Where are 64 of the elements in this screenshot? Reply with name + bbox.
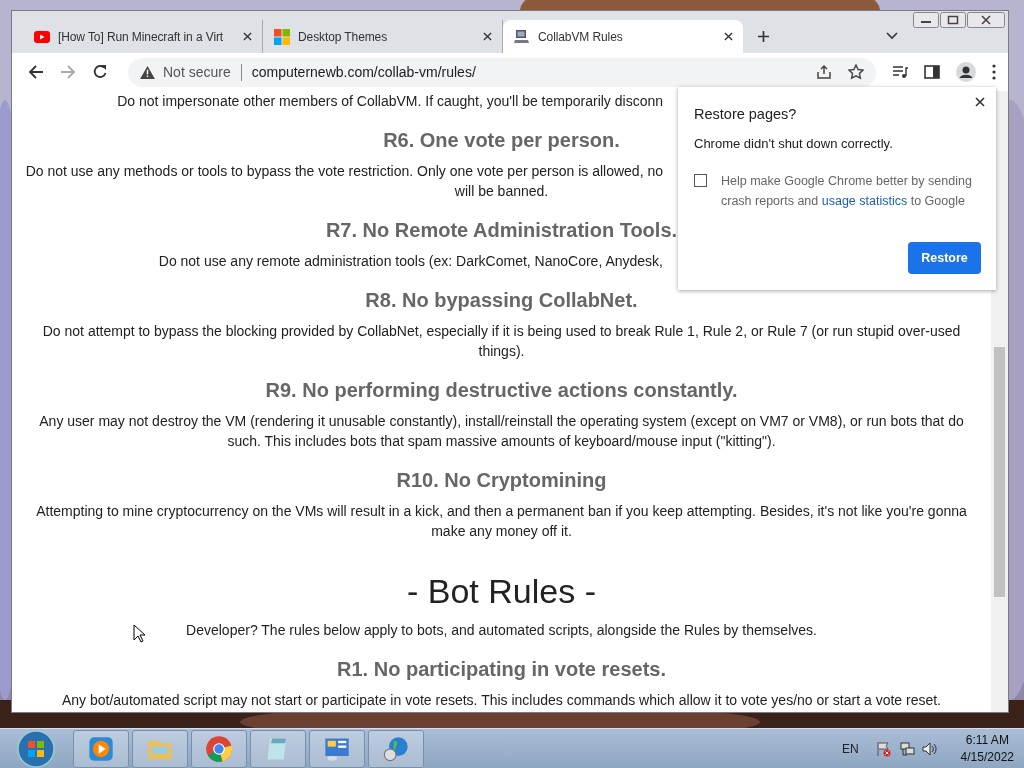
menu-icon[interactable] bbox=[992, 64, 996, 80]
chevron-down-icon[interactable] bbox=[886, 32, 898, 40]
dialog-title: Restore pages? bbox=[694, 106, 798, 122]
url-text: computernewb.com/collab-vm/rules/ bbox=[251, 64, 476, 80]
clock-date[interactable]: 4/15/2022 bbox=[960, 748, 1014, 766]
media-list-icon[interactable] bbox=[892, 64, 908, 80]
restore-icon[interactable] bbox=[940, 12, 966, 28]
clock-time[interactable]: 6:11 AM bbox=[965, 731, 1009, 749]
globe-icon bbox=[382, 734, 410, 763]
mouse-cursor-icon bbox=[133, 624, 145, 643]
rule-text: Any bot/automated script may not start or participate in vote resets. This includes commands which allow it to vote yes/no or start a vote reset. bbox=[61, 692, 941, 708]
play-logo-icon bbox=[34, 28, 50, 45]
chrome-icon bbox=[205, 734, 233, 763]
volume-icon[interactable] bbox=[921, 740, 938, 757]
address-bar[interactable]: Not secure computernewb.com/collab-vm/rules/ bbox=[128, 57, 876, 87]
close-icon[interactable] bbox=[975, 97, 985, 107]
back-arrow-icon[interactable] bbox=[28, 64, 44, 80]
new-tab-icon[interactable] bbox=[757, 30, 770, 43]
rule-heading: R9. No performing destructive actions constantly. bbox=[265, 378, 738, 402]
rule-heading: R6. One vote per person. bbox=[383, 128, 620, 152]
checkbox[interactable] bbox=[694, 174, 707, 187]
start-button[interactable] bbox=[16, 728, 56, 768]
rule-text: Do not attempt to bypass the blocking provided by CollabNet, especially if it is being used to break Rule 1, Rule 2, or Rule 7 (or run stupid over-used bbox=[42, 323, 961, 339]
rule-heading: R8. No bypassing CollabNet. bbox=[365, 288, 638, 312]
play-icon bbox=[87, 734, 115, 763]
flag-error-icon[interactable] bbox=[875, 740, 892, 757]
rule-text: Attempting to mine cryptocurrency on the VMs will result in a kick, and then a permanent ban if you keep attempting. Besides, it's not like you're gonna bbox=[36, 503, 967, 519]
security-status: Not secure bbox=[163, 64, 231, 80]
rule-text: Do not use any remote administration tools (ex: DarkComet, NanoCore, Anydesk, bbox=[158, 253, 663, 269]
close-icon[interactable] bbox=[724, 32, 733, 41]
restore-button[interactable]: Restore bbox=[908, 242, 981, 274]
taskbar-button[interactable] bbox=[309, 729, 365, 768]
close-icon[interactable] bbox=[483, 32, 492, 41]
taskbar-button[interactable] bbox=[368, 729, 424, 768]
rule-heading: R7. No Remote Administration Tools. bbox=[325, 218, 678, 242]
rule-heading: R1. No participating in vote resets. bbox=[337, 657, 666, 681]
warning-icon bbox=[140, 65, 155, 79]
rule-text: such. This includes bots that spam massive amounts of keyboard/mouse input ("kitting"). bbox=[227, 433, 776, 449]
rule-text: Developer? The rules below apply to bots, and automated scripts, alongside the Rules by themselves. bbox=[186, 622, 817, 638]
share-icon[interactable] bbox=[816, 64, 832, 80]
rule-text: things). bbox=[478, 343, 525, 359]
rule-text: Do not use any methods or tools to bypass the vote restriction. Only one vote per person is allowed, no bbox=[25, 163, 663, 179]
rule-text: Any user may not destroy the VM (rendering it unusable constantly), install/reinstall the operating system (except on VM7 or VM8), or run bots that do bbox=[39, 413, 964, 429]
rule-text: Do not impersonate other members of CollabVM. If caught, you'll be temporarily disconn bbox=[117, 93, 663, 109]
checkbox-label: Help make Google Chrome better by sending crash reports and usage statistics to Google bbox=[721, 173, 973, 210]
star-icon[interactable] bbox=[848, 64, 864, 80]
rule-text: will be banned. bbox=[454, 183, 549, 199]
minimize-icon[interactable] bbox=[913, 12, 939, 28]
taskbar-button[interactable] bbox=[191, 729, 247, 768]
four-squares-icon bbox=[274, 28, 290, 45]
usage-statistics-link[interactable]: usage statistics bbox=[821, 194, 908, 208]
reload-icon[interactable] bbox=[92, 64, 108, 80]
rule-text: make any money off it. bbox=[431, 523, 572, 539]
language-indicator[interactable]: EN bbox=[841, 741, 859, 756]
computer-icon bbox=[514, 28, 530, 45]
side-panel-icon[interactable] bbox=[924, 64, 940, 80]
dialog-message: Chrome didn't shut down correctly. bbox=[694, 136, 894, 151]
close-icon[interactable] bbox=[243, 32, 252, 41]
network-icon[interactable] bbox=[898, 740, 915, 757]
close-icon[interactable] bbox=[967, 12, 1005, 28]
browser-tab[interactable]: CollabVM Rules bbox=[503, 20, 743, 53]
profile-icon[interactable] bbox=[956, 62, 976, 82]
section-title: - Bot Rules - bbox=[407, 571, 596, 611]
rule-heading: R10. No Cryptomining bbox=[396, 468, 607, 492]
